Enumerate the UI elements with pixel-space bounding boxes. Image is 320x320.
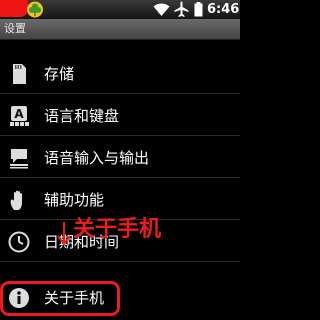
- speech-bubble-icon: [10, 149, 28, 169]
- settings-item-voice-io[interactable]: 语音输入与输出: [0, 138, 240, 178]
- settings-item-storage[interactable]: 存储: [0, 54, 240, 94]
- annotation-highlight-box: [0, 281, 120, 316]
- notification-red-icon: [0, 0, 28, 17]
- divider: [0, 93, 240, 94]
- settings-item-label: 存储: [44, 65, 75, 83]
- settings-item-accessibility[interactable]: 辅助功能: [0, 180, 240, 220]
- settings-item-language-keyboard[interactable]: A 语言和键盘: [0, 96, 240, 136]
- airplane-icon: [174, 1, 189, 17]
- svg-text:A: A: [14, 107, 24, 121]
- keyboard-icon: A: [10, 106, 29, 126]
- hand-icon: [10, 190, 22, 210]
- settings-item-label: 语言和键盘: [44, 107, 120, 125]
- status-bar: 6:46: [0, 0, 240, 19]
- phone-screen: 6:46 设置 存储 A 语言和键盘 语音输入与输出 辅助功能 日期和时间 关于…: [0, 0, 240, 320]
- clover-icon: [27, 1, 43, 18]
- title-bar: 设置: [0, 19, 240, 40]
- settings-item-label: 辅助功能: [44, 191, 105, 209]
- status-clock: 6:46: [207, 2, 240, 17]
- clock-icon: [8, 231, 30, 253]
- battery-icon: [194, 2, 203, 17]
- annotation-text: 关于手机: [73, 217, 162, 242]
- wifi-icon: [153, 3, 170, 17]
- divider: [0, 135, 240, 136]
- divider: [0, 177, 240, 178]
- settings-item-label: 语音输入与输出: [44, 149, 150, 167]
- divider: [0, 261, 240, 262]
- page-title: 设置: [4, 22, 26, 35]
- sd-card-icon: [13, 64, 26, 84]
